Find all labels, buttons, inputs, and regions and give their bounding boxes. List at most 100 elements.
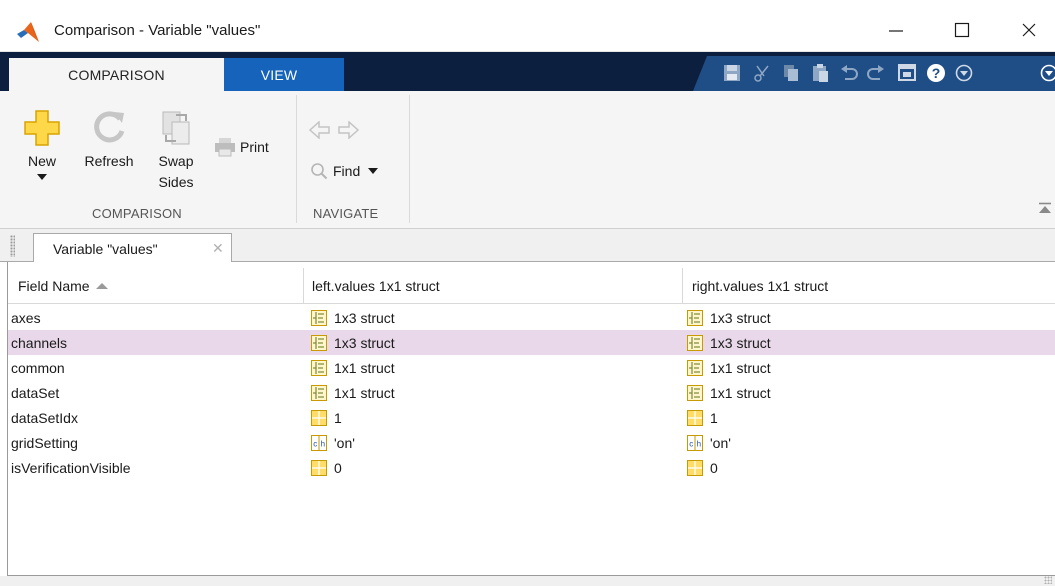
new-button[interactable]: New (14, 109, 70, 182)
field-name-cell: gridSetting (11, 434, 78, 451)
right-value-cell: 0 (687, 455, 718, 480)
help-icon[interactable]: ? (925, 62, 947, 84)
field-name-cell: channels (11, 334, 68, 351)
next-difference-icon (338, 121, 360, 139)
table-row[interactable]: dataSetIdx 1 1 (8, 405, 1055, 430)
right-value-cell: c h'on' (687, 430, 731, 455)
drag-grip[interactable] (10, 235, 15, 257)
document-tab-variable-values[interactable]: Variable "values" ✕ (33, 233, 232, 263)
struct-icon (311, 334, 327, 351)
maximize-button[interactable] (939, 10, 985, 50)
tab-view-edge (334, 58, 344, 91)
window-title: Comparison - Variable "values" (54, 22, 261, 39)
minimize-icon (889, 30, 903, 32)
prev-next-buttons[interactable] (308, 121, 372, 143)
tab-comparison[interactable]: COMPARISON (9, 58, 224, 91)
close-tab-icon[interactable]: ✕ (212, 240, 224, 257)
table-row[interactable]: common 1x1 struct 1x1 struct (8, 355, 1055, 380)
ribbon-tabstrip: COMPARISON VIEW ? (0, 52, 1055, 91)
window-titlebar: Comparison - Variable "values" (0, 0, 1055, 52)
right-value-cell: 1x3 struct (687, 305, 771, 330)
field-name-cell: common (11, 359, 65, 376)
collapse-ribbon-icon[interactable] (1038, 202, 1052, 214)
table-row[interactable]: gridSetting c h'on' c h'on' (8, 430, 1055, 455)
char-icon: ch (687, 434, 703, 451)
column-separator[interactable] (303, 268, 304, 304)
numeric-icon (311, 459, 327, 476)
find-button[interactable]: Find (310, 159, 404, 183)
undo-icon[interactable] (838, 62, 860, 84)
struct-icon (687, 384, 703, 401)
refresh-icon (94, 111, 125, 143)
refresh-button-label: Refresh (84, 153, 134, 169)
close-icon (1022, 23, 1036, 37)
struct-icon (311, 384, 327, 401)
column-header-right-values[interactable]: right.values 1x1 struct (692, 268, 828, 304)
char-icon: ch (311, 434, 327, 451)
print-button[interactable]: Print (214, 137, 288, 157)
svg-text:h: h (697, 439, 701, 448)
chevron-down-icon (37, 174, 47, 180)
swap-sides-button[interactable]: Swap Sides (148, 109, 204, 193)
left-value-cell: 0 (311, 455, 342, 480)
table-row[interactable]: isVerificationVisible 0 0 (8, 455, 1055, 480)
close-window-button[interactable] (1006, 10, 1052, 50)
left-value-cell: 1x3 struct (311, 305, 395, 330)
refresh-button[interactable]: Refresh (76, 109, 142, 172)
field-name-cell: axes (11, 309, 41, 326)
column-header-field-name[interactable]: Field Name (18, 268, 108, 304)
paste-icon[interactable] (809, 62, 831, 84)
expand-icon[interactable] (1038, 62, 1055, 84)
new-button-label: New (27, 153, 56, 169)
document-tabbar: Variable "values" ✕ (0, 229, 1055, 263)
right-value-cell: 1x3 struct (687, 330, 771, 355)
right-value-cell: 1 (687, 405, 718, 430)
minimize-button[interactable] (873, 10, 919, 50)
new-plus-icon (24, 110, 60, 146)
swap-label-line2: Sides (158, 174, 194, 190)
svg-text:h: h (321, 439, 325, 448)
cut-icon[interactable] (751, 62, 773, 84)
field-name-cell: isVerificationVisible (11, 459, 131, 476)
table-row[interactable]: channels 1x3 struct 1x3 struct (8, 330, 1055, 355)
column-header-left-values[interactable]: left.values 1x1 struct (312, 268, 440, 304)
switch-windows-icon[interactable] (896, 62, 918, 84)
struct-icon (311, 309, 327, 326)
ribbon: New Refresh Swap Sides Print COMPARISON (0, 91, 1055, 229)
save-icon[interactable] (721, 62, 743, 84)
left-value-cell: 1x1 struct (311, 380, 395, 405)
maximize-icon (954, 22, 970, 38)
options-icon[interactable] (953, 62, 975, 84)
field-name-cell: dataSet (11, 384, 60, 401)
table-row[interactable]: axes 1x3 struct 1x3 struct (8, 305, 1055, 330)
struct-icon (687, 334, 703, 351)
svg-text:c: c (313, 439, 317, 448)
printer-icon (215, 138, 235, 157)
matlab-logo-icon (17, 22, 39, 42)
table-row[interactable]: dataSet 1x1 struct 1x1 struct (8, 380, 1055, 405)
tab-view[interactable]: VIEW (224, 58, 334, 91)
copy-icon[interactable] (780, 62, 802, 84)
swap-sides-icon (162, 111, 190, 145)
struct-icon (311, 359, 327, 376)
svg-text:?: ? (932, 65, 941, 81)
column-separator[interactable] (682, 268, 683, 304)
numeric-icon (687, 409, 703, 426)
struct-icon (687, 359, 703, 376)
swap-label-line1: Swap (158, 153, 194, 169)
left-value-cell: 1 (311, 405, 342, 430)
search-icon (311, 163, 328, 180)
status-bar (0, 576, 1055, 586)
chevron-down-icon (368, 168, 379, 174)
quick-access-toolbar: ? (693, 56, 1055, 91)
left-value-cell: 1x1 struct (311, 355, 395, 380)
numeric-icon (311, 409, 327, 426)
find-button-label: Find (333, 163, 361, 179)
resize-grip-icon[interactable] (1044, 576, 1052, 584)
ribbon-divider (409, 95, 410, 223)
section-label-comparison: COMPARISON (92, 206, 182, 221)
field-name-cell: dataSetIdx (11, 409, 78, 426)
redo-icon[interactable] (865, 62, 887, 84)
right-value-cell: 1x1 struct (687, 355, 771, 380)
svg-text:c: c (689, 439, 693, 448)
